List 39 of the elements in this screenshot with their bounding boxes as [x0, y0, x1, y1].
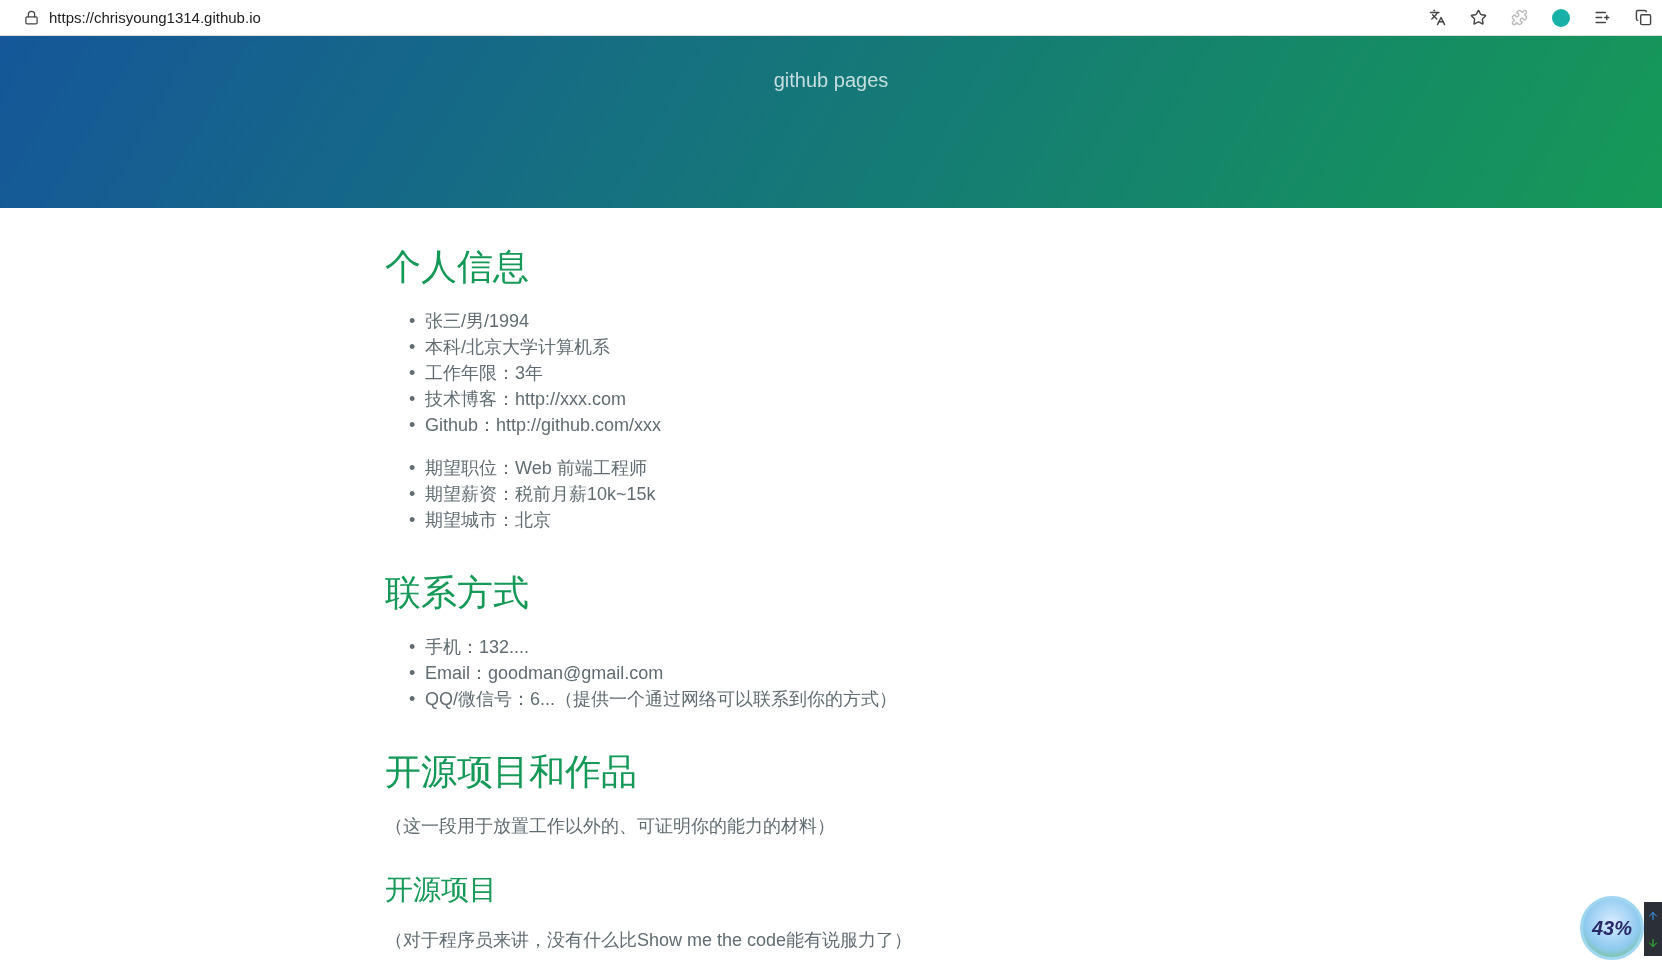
bullet: • [409, 362, 417, 385]
list-item: 期望薪资：税前月薪10k~15k [425, 483, 656, 506]
subsection-heading: 开源项目 [385, 874, 497, 905]
arrow-up-icon[interactable] [1647, 909, 1659, 922]
list-item: QQ/微信号：6...（提供一个通过网络可以联系到你的方式） [425, 688, 898, 711]
bullet: • [409, 414, 417, 437]
progress-badge[interactable]: 43% [1580, 896, 1644, 960]
bullet: • [409, 636, 417, 659]
translate-icon[interactable] [1429, 9, 1446, 26]
list-item: 工作年限：3年 [425, 362, 543, 385]
bullet: • [409, 388, 417, 411]
bullet: • [409, 662, 417, 685]
bullet: • [409, 509, 417, 532]
bullet: • [409, 688, 417, 711]
list-item: 期望职位：Web 前端工程师 [425, 457, 647, 480]
bullet: • [409, 310, 417, 333]
paragraph: （这一段用于放置工作以外的、可证明你的能力的材料） [385, 816, 835, 836]
header-subtitle: github pages [773, 68, 889, 93]
list-item: Email：goodman@gmail.com [425, 662, 664, 685]
section-heading: 开源项目和作品 [385, 751, 637, 792]
bullet: • [409, 336, 417, 359]
list-item: 张三/男/1994 [425, 310, 530, 333]
list-item: 技术博客：http://xxx.com [425, 388, 627, 411]
url-text[interactable]: https://chrisyoung1314.github.io [49, 9, 1405, 26]
percent-text: 43% [1592, 916, 1632, 940]
arrow-down-icon[interactable] [1647, 936, 1659, 949]
list-item: Github：http://github.com/xxx [425, 414, 662, 437]
list-item: 期望城市：北京 [425, 509, 551, 532]
section-heading: 个人信息 [385, 246, 529, 287]
paragraph: （对于程序员来讲，没有什么比Show me the code能有说服力了） [385, 930, 913, 950]
list-item: 本科/北京大学计算机系 [425, 336, 610, 359]
list-item: 手机：132.... [425, 636, 530, 659]
star-icon[interactable] [1470, 9, 1487, 26]
lock-icon [24, 10, 39, 25]
section-heading: 联系方式 [385, 572, 529, 613]
bullet: • [409, 457, 417, 480]
collections-icon[interactable] [1635, 9, 1652, 26]
favorites-icon[interactable] [1594, 9, 1611, 26]
bullet: • [409, 483, 417, 506]
